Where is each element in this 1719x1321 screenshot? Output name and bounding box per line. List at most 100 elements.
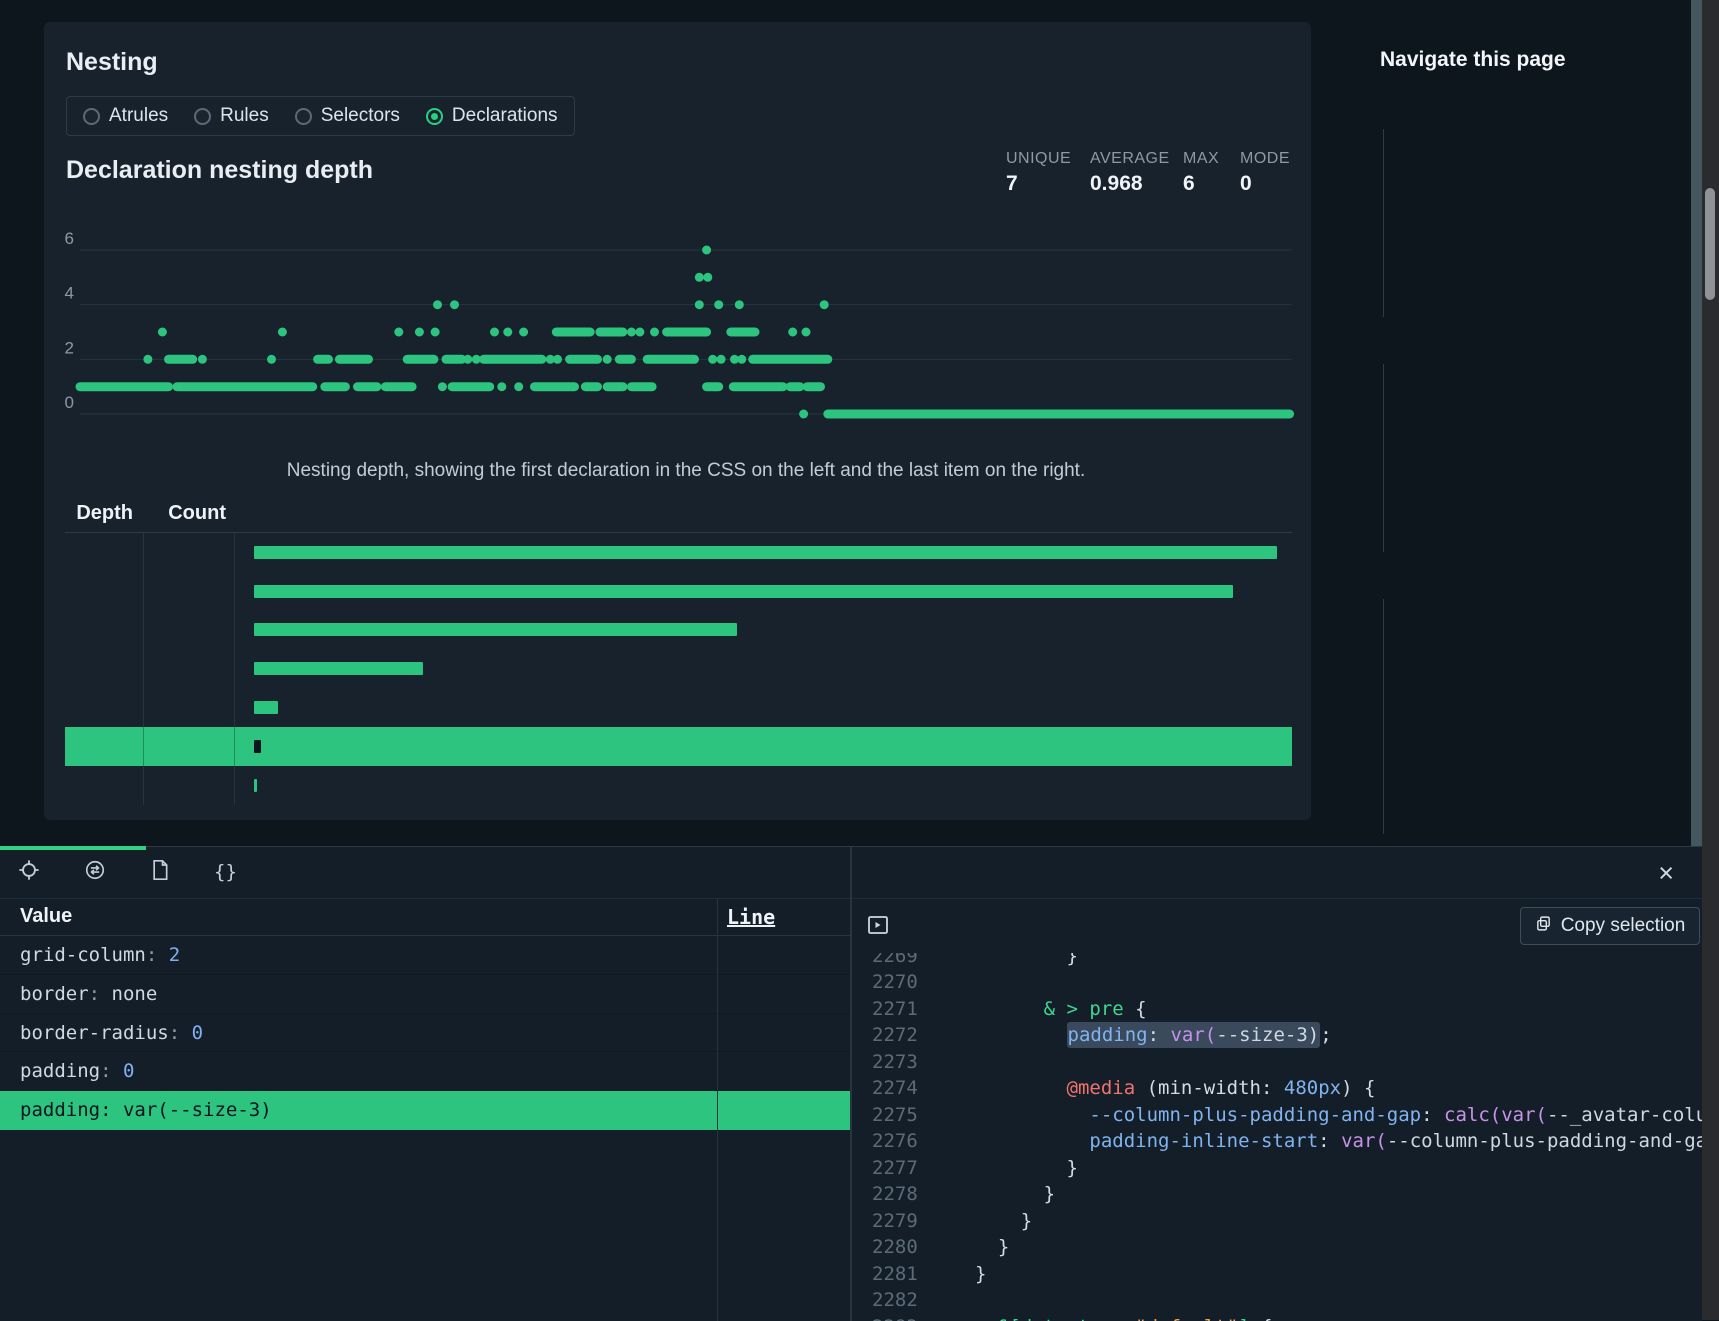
content-edge-stripe: [1691, 0, 1702, 846]
radio-option-atrules[interactable]: Atrules: [83, 105, 168, 127]
depth-table-row-6[interactable]: [65, 766, 1292, 805]
sidebar-item-comments[interactable]: [1401, 270, 1702, 317]
value-row-0[interactable]: grid-column: 2: [0, 936, 850, 975]
value-row-1[interactable]: border: none: [0, 975, 850, 1014]
scatter-run: [448, 382, 495, 391]
line-number: 2274: [872, 1075, 950, 1102]
close-panel-button[interactable]: ×: [1658, 855, 1674, 891]
scatter-dot: [820, 300, 829, 309]
sidebar-item-embedded-content[interactable]: [1401, 223, 1702, 270]
sidebar-item-selectors-per-ruleset[interactable]: [1401, 364, 1702, 411]
chart-title: Declaration nesting depth: [66, 156, 373, 185]
stat-value: 7: [1006, 172, 1071, 196]
stat-label: MODE: [1240, 150, 1290, 168]
tab-network[interactable]: [84, 859, 116, 887]
depth-table-row-1[interactable]: [65, 572, 1292, 611]
sidebar-item-composition[interactable]: [1401, 129, 1702, 176]
sidebar-item-pseudo-classes[interactable]: [1401, 693, 1702, 740]
count-cell: [144, 688, 235, 727]
code-line-2278: 2278 }: [852, 1181, 1702, 1208]
scatter-run: [615, 355, 636, 364]
sidebar-item-nesting[interactable]: [1401, 505, 1702, 552]
scrollbar-thumb[interactable]: [1705, 188, 1715, 300]
count-bar: [254, 585, 1233, 598]
sidebar-item-complexity[interactable]: [1401, 176, 1702, 223]
scatter-dot: [267, 355, 276, 364]
scatter-run: [320, 382, 350, 391]
depth-table-row-3[interactable]: [65, 649, 1292, 688]
scatter-dot: [635, 328, 644, 337]
radio-unselected-icon: [194, 108, 211, 125]
scatter-dot: [603, 355, 612, 364]
y-axis-label: 6: [65, 229, 74, 248]
scatter-dot: [802, 328, 811, 337]
depth-count-table: Depth Count: [65, 500, 1292, 805]
scatter-dot: [433, 300, 442, 309]
count-cell: [144, 727, 235, 766]
tab-inspector[interactable]: [18, 859, 50, 887]
radio-label: Rules: [220, 105, 269, 127]
scatter-run: [702, 382, 723, 391]
scatter-run: [581, 382, 602, 391]
scatter-dot: [695, 273, 704, 282]
page-navigation: Navigate this page: [1380, 38, 1702, 834]
radio-option-rules[interactable]: Rules: [194, 105, 269, 127]
y-axis-label: 0: [65, 393, 74, 412]
depth-cell: [65, 766, 144, 805]
depth-table-row-4[interactable]: [65, 688, 1292, 727]
sidebar-section-items: [1383, 129, 1702, 317]
sidebar-item-vendor-prefixed[interactable]: [1401, 787, 1702, 834]
scatter-dot: [463, 355, 472, 364]
scatter-dot: [714, 300, 723, 309]
sidebar-item-ruleset-sizes[interactable]: [1401, 458, 1702, 505]
tab-report-data[interactable]: [150, 859, 180, 887]
depth-cell: [65, 649, 144, 688]
scatter-svg: 6420: [44, 228, 1304, 433]
scatter-run: [565, 355, 602, 364]
scatter-run: [313, 355, 333, 364]
scatter-run: [643, 355, 699, 364]
count-bar: [254, 662, 423, 675]
value-row-3[interactable]: padding: 0: [0, 1052, 850, 1091]
copy-selection-button[interactable]: Copy selection: [1520, 907, 1700, 945]
declaration-value: padding: var(--size-3): [20, 1099, 272, 1121]
stat-label: MAX: [1183, 150, 1219, 168]
page-scrollbar[interactable]: [1702, 0, 1719, 1320]
count-cell: [144, 766, 235, 805]
declaration-value: padding: 0: [20, 1060, 134, 1082]
declaration-value: grid-column: 2: [20, 944, 180, 966]
radio-option-selectors[interactable]: Selectors: [295, 105, 400, 127]
code-line-2279: 2279 }: [852, 1208, 1702, 1235]
scatter-run: [335, 355, 373, 364]
count-bar: [254, 701, 278, 714]
y-axis-label: 4: [65, 284, 74, 303]
sidebar-section-items: [1383, 364, 1702, 552]
stat-label: AVERAGE: [1090, 150, 1170, 168]
scatter-run: [442, 355, 467, 364]
scatter-run: [530, 382, 579, 391]
sidebar-item-combinators[interactable]: [1401, 740, 1702, 787]
value-row-2[interactable]: border-radius: 0: [0, 1014, 850, 1053]
tab-all-css[interactable]: {}: [214, 861, 247, 884]
sidebar-item-declarations-per-ruleset[interactable]: [1401, 411, 1702, 458]
depth-table-row-5[interactable]: [65, 727, 1292, 766]
panel-toggle-icon[interactable]: [866, 913, 890, 937]
line-column-header[interactable]: Line: [727, 905, 775, 929]
value-line-column-divider: [717, 899, 718, 1321]
value-row-4[interactable]: padding: var(--size-3): [0, 1091, 850, 1130]
depth-table-row-0[interactable]: [65, 533, 1292, 572]
scatter-dot: [627, 328, 636, 337]
line-number: 2282: [872, 1287, 950, 1314]
nesting-card: Nesting AtrulesRulesSelectorsDeclaration…: [44, 22, 1311, 820]
radio-option-declarations[interactable]: Declarations: [426, 105, 558, 127]
line-number: 2273: [872, 1049, 950, 1076]
radio-unselected-icon: [295, 108, 312, 125]
scatter-run: [381, 382, 417, 391]
depth-table-row-2[interactable]: [65, 611, 1292, 650]
scatter-dot: [431, 328, 440, 337]
scatter-run: [748, 355, 832, 364]
depth-table-header: Depth Count: [65, 500, 1292, 533]
sidebar-item-complexity[interactable]: [1401, 646, 1702, 693]
sidebar-item-specificity[interactable]: [1401, 599, 1702, 646]
line-number: 2280: [872, 1234, 950, 1261]
